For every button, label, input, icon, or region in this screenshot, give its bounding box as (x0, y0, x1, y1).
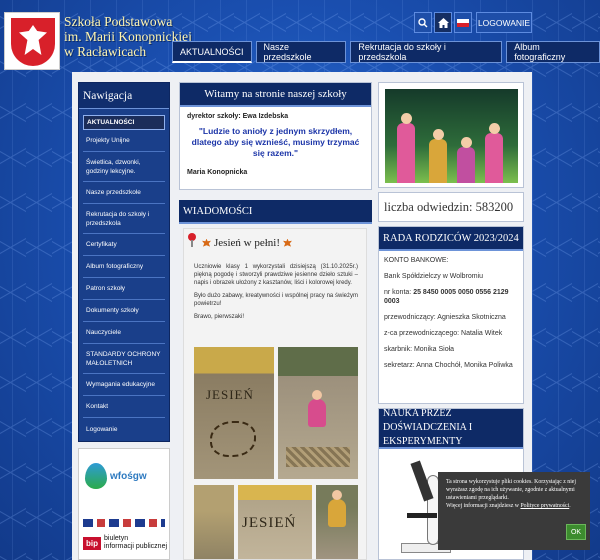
sidebar-item-kontakt[interactable]: Kontakt (83, 396, 165, 418)
sidebar-item-logowanie[interactable]: Logowanie (83, 418, 165, 440)
leaf-pile (286, 447, 350, 467)
sidebar-item-przedszkole[interactable]: Nasze przedszkole (83, 182, 165, 204)
science-box-title: NAUKA PRZEZ DOŚWIADCZENIA I EKSPERYMENTY (379, 408, 523, 449)
parents-council-title: RADA RODZICÓW 2023/2024 (379, 227, 523, 251)
welcome-quote: "Ludzie to anioły z jednym skrzydłem, dl… (191, 126, 360, 158)
sidebar-item-patron[interactable]: Patron szkoły (83, 278, 165, 300)
visit-counter: liczba odwiedzin: 583200 (378, 192, 524, 222)
post-body: Uczniowie klasy 1 wykorzystali dzisiejsz… (194, 264, 358, 320)
welcome-title: Witamy na stronie naszej szkoły (180, 83, 371, 107)
partner-logos: wfośgw bip biuletyn informacji publiczne… (78, 448, 170, 560)
post-photo[interactable]: JESIEŃ (238, 485, 312, 559)
bip-logo[interactable]: bip biuletyn informacji publicznej (83, 535, 167, 551)
home-button[interactable] (434, 12, 452, 33)
top-bar: LOGOWANIE (414, 12, 532, 33)
search-icon (418, 17, 428, 27)
stage-photo (385, 89, 518, 183)
post-title[interactable]: Jesień w pełni! (202, 237, 292, 249)
leaf-icon (202, 238, 211, 247)
child-figure (308, 390, 326, 427)
main-menu: AKTUALNOŚCI Nasze przedszkole Rekrutacja… (172, 41, 600, 63)
gallery-photo-card[interactable] (378, 82, 524, 188)
menu-item-przedszkole[interactable]: Nasze przedszkole (255, 41, 347, 63)
home-icon (437, 17, 449, 28)
cookie-ok-button[interactable]: OK (566, 524, 586, 540)
post-photo[interactable] (316, 485, 358, 559)
school-emblem[interactable] (4, 12, 60, 70)
leaf-icon (282, 238, 292, 247)
sidebar-item-aktualnosci[interactable]: AKTUALNOŚCI (83, 115, 165, 130)
sidebar-item-certyfikaty[interactable]: Certyfikaty (83, 234, 165, 256)
post-photo[interactable] (194, 485, 234, 559)
menu-item-aktualnosci[interactable]: AKTUALNOŚCI (172, 41, 252, 63)
search-button[interactable] (414, 12, 432, 33)
water-drop-icon (85, 463, 107, 489)
wfosgw-logo[interactable]: wfośgw (85, 463, 147, 489)
eu-funds-strip[interactable] (83, 519, 165, 527)
login-button[interactable]: LOGOWANIE (476, 12, 532, 33)
parents-council-box: RADA RODZICÓW 2023/2024 KONTO BANKOWE: B… (378, 226, 524, 404)
sidebar-item-album[interactable]: Album fotograficzny (83, 256, 165, 278)
poland-flag-icon (457, 18, 469, 27)
news-post: Jesień w pełni! Uczniowie klasy 1 wykorz… (183, 228, 367, 560)
welcome-box: Witamy na stronie naszej szkoły dyrektor… (179, 82, 372, 190)
post-photo[interactable]: JESIEŃ (194, 347, 274, 479)
nav-title: Nawigacja (79, 83, 169, 109)
sidebar-item-wymagania[interactable]: Wymagania edukacyjne (83, 374, 165, 396)
menu-item-rekrutacja[interactable]: Rekrutacja do szkoły i przedszkola (350, 41, 503, 63)
sidebar-item-dokumenty[interactable]: Dokumenty szkoły (83, 300, 165, 322)
sidebar-item-swietlica[interactable]: Świetlica, dzwonki, godziny lekcyjne. (83, 152, 165, 182)
child-figure (328, 490, 346, 527)
pushpin-icon (188, 233, 196, 247)
quote-author: Maria Konopnicka (187, 169, 248, 176)
sidebar-item-nauczyciele[interactable]: Nauczyciele (83, 322, 165, 344)
sidebar-item-standardy[interactable]: STANDARDY OCHRONY MAŁOLETNICH (83, 344, 165, 374)
language-pl-button[interactable] (454, 12, 472, 33)
sidebar-navigation: Nawigacja AKTUALNOŚCI Projekty Unijne Św… (78, 82, 170, 442)
privacy-policy-link[interactable]: Polityce prywatności (520, 503, 569, 509)
news-section-title: WIADOMOŚCI (179, 200, 372, 224)
leaf-drawing (210, 421, 256, 457)
post-photo[interactable] (278, 347, 358, 479)
director-line: dyrektor szkoły: Ewa Izdebska (187, 113, 289, 120)
menu-item-album[interactable]: Album fotograficzny (506, 41, 600, 63)
sidebar-item-rekrutacja[interactable]: Rekrutacja do szkoły i przedszkola (83, 204, 165, 234)
sidebar-item-projekty[interactable]: Projekty Unijne (83, 130, 165, 152)
